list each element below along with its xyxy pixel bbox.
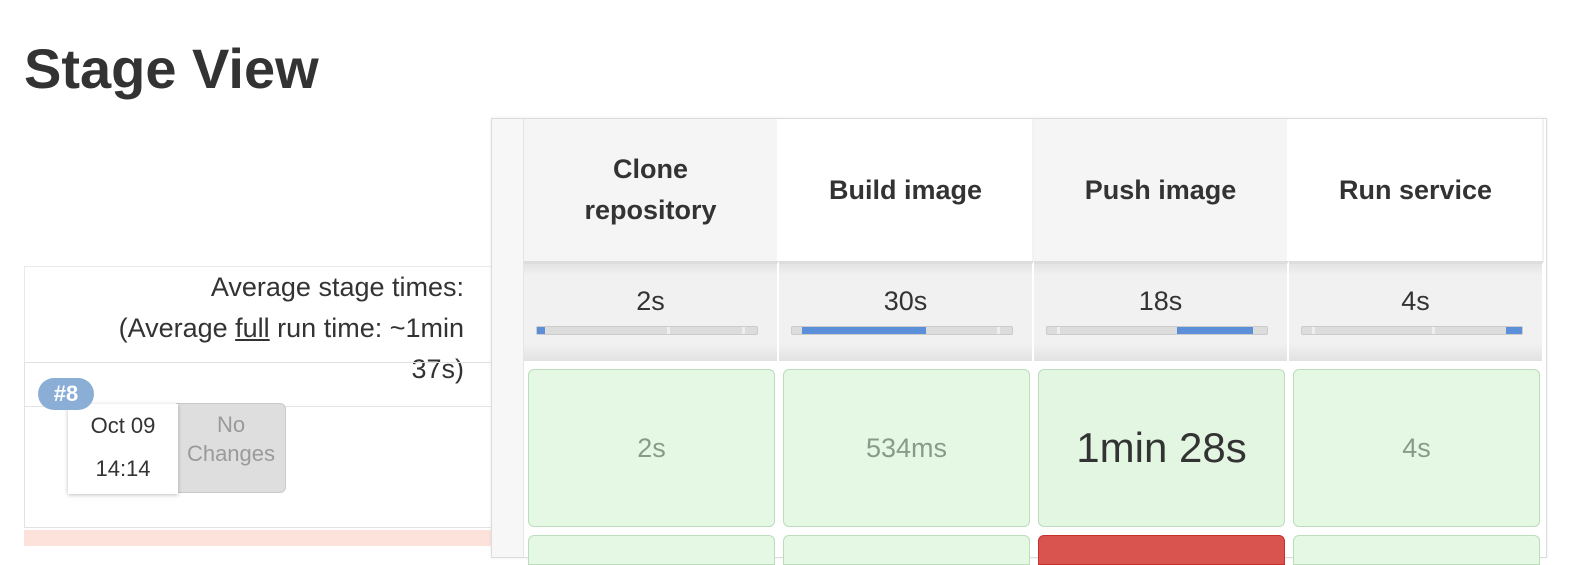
stage-column: Clone repository 2s 2s (524, 119, 779, 565)
stage-result-cell-next[interactable] (528, 535, 775, 565)
stage-header: Clone repository (524, 119, 779, 261)
build-row-band (25, 363, 492, 407)
stage-progress-fill (1506, 327, 1522, 334)
stage-progress-bar (791, 326, 1013, 335)
changes-label-line1: No (216, 412, 246, 437)
stage-average-time: 2s (636, 286, 665, 316)
average-suffix: run time: ~1min (269, 313, 464, 343)
build-number-badge[interactable]: #8 (38, 378, 94, 410)
stage-progress-fill (537, 327, 545, 334)
stage-column: Run service 4s 4s (1289, 119, 1544, 565)
changes-button[interactable]: No Changes (176, 403, 286, 493)
stage-progress-fill (802, 327, 926, 334)
table-gutter (492, 119, 524, 557)
build-date: Oct 09 (90, 413, 156, 438)
stage-table: Clone repository 2s 2s Build image 30s 5… (491, 118, 1547, 565)
stage-average-time: 30s (883, 286, 928, 316)
stage-average-time: 4s (1401, 286, 1430, 316)
stage-result-cell[interactable]: 4s (1293, 369, 1540, 527)
stage-average: 30s (779, 261, 1034, 361)
stage-result-cell-next[interactable] (783, 535, 1030, 565)
stage-result-cell-next-failed[interactable] (1038, 535, 1285, 565)
failed-build-row-strip (24, 530, 492, 546)
build-time: 14:14 (95, 456, 151, 481)
stage-progress-fill (1177, 327, 1253, 334)
average-prefix: (Average (118, 313, 236, 343)
stage-average: 18s (1034, 261, 1289, 361)
average-stage-times-label: Average stage times: (210, 272, 464, 302)
stage-progress-bar (536, 326, 758, 335)
stage-header: Build image (779, 119, 1034, 261)
changes-label-line2: Changes (186, 441, 276, 466)
stage-header: Run service (1289, 119, 1544, 261)
stage-progress-bar (1301, 326, 1523, 335)
build-date-card: Oct 09 14:14 (68, 404, 178, 494)
stage-column: Build image 30s 534ms (779, 119, 1034, 565)
stage-result-cell[interactable]: 2s (528, 369, 775, 527)
stage-average: 2s (524, 261, 779, 361)
stage-result-cell[interactable]: 1min 28s (1038, 369, 1285, 527)
stage-progress-bar (1046, 326, 1268, 335)
stage-result-cell[interactable]: 534ms (783, 369, 1030, 527)
stage-average-time: 18s (1138, 286, 1183, 316)
stage-header: Push image (1034, 119, 1289, 261)
full-run-link[interactable]: full (235, 313, 270, 343)
stage-result-cell-next[interactable] (1293, 535, 1540, 565)
average-full-run-time: (Average full run time: ~1min (25, 308, 464, 349)
stage-average: 4s (1289, 261, 1544, 361)
page-title: Stage View (24, 37, 319, 100)
stage-column: Push image 18s 1min 28s (1034, 119, 1289, 565)
